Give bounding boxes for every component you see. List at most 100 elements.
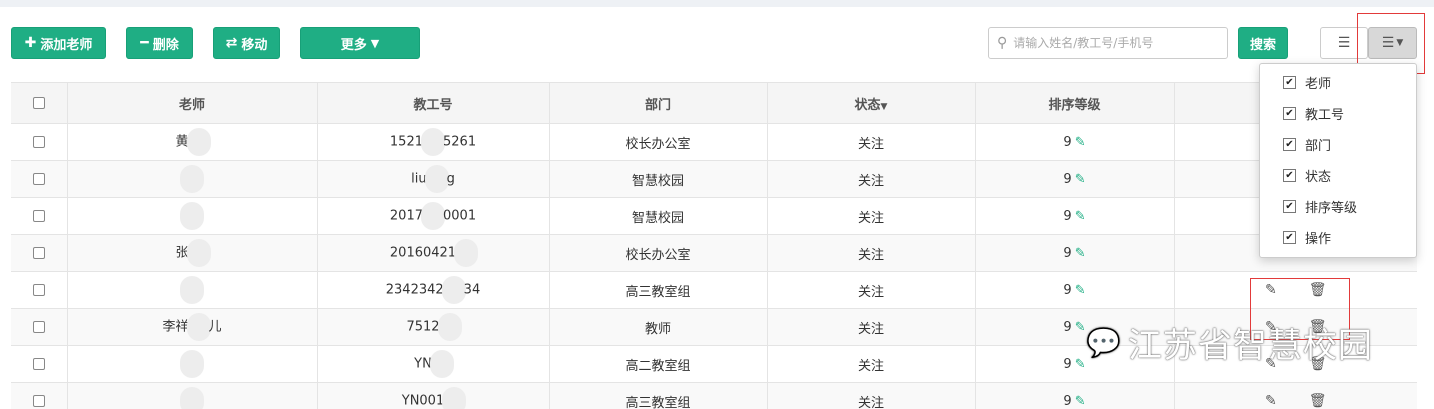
row-select-cell[interactable]: [11, 197, 67, 235]
redaction-blur: [180, 202, 204, 230]
rank-value: 9: [1063, 208, 1072, 224]
column-menu-item-rank[interactable]: ✔ 排序等级: [1260, 191, 1416, 222]
wechat-icon: 💬: [1086, 326, 1122, 359]
pencil-icon[interactable]: ✎: [1075, 357, 1086, 372]
table-row: 张 20160421 校长办公室 关注 9 ✎: [11, 234, 1417, 272]
staff-id-cell: 1521 5261: [316, 123, 549, 161]
column-menu-item-status[interactable]: ✔ 状态: [1260, 160, 1416, 191]
checked-icon[interactable]: ✔: [1283, 200, 1296, 213]
department-cell: 高三教室组: [548, 382, 767, 409]
redaction-blur: [421, 128, 445, 156]
column-menu-item-staff-id[interactable]: ✔ 教工号: [1260, 98, 1416, 129]
move-button[interactable]: ⇄ 移动: [213, 27, 280, 59]
pencil-icon[interactable]: ✎: [1075, 320, 1086, 335]
rank-cell: 9 ✎: [974, 123, 1174, 161]
pencil-icon[interactable]: ✎: [1075, 394, 1086, 409]
add-teacher-button[interactable]: ✚ 添加老师: [11, 27, 106, 59]
teacher-cell: 李祥 儿: [66, 308, 317, 346]
status-cell: 关注: [766, 271, 975, 309]
row-select-cell[interactable]: [11, 160, 67, 198]
redaction-blur: [429, 350, 454, 378]
checked-icon[interactable]: ✔: [1283, 107, 1296, 120]
rank-cell: 9 ✎: [974, 160, 1174, 198]
row-checkbox[interactable]: [32, 358, 45, 370]
rank-value: 9: [1063, 356, 1072, 372]
row-checkbox[interactable]: [32, 136, 45, 148]
staff-id-part: 0001: [443, 208, 477, 224]
staff-id-part: 7512: [406, 319, 440, 335]
department-cell: 高二教室组: [548, 345, 767, 383]
rank-value: 9: [1063, 319, 1072, 335]
pencil-icon[interactable]: ✎: [1075, 135, 1086, 150]
column-menu-item-actions[interactable]: ✔ 操作: [1260, 222, 1416, 253]
header-status-label: 状态: [854, 97, 881, 113]
row-select-cell[interactable]: [11, 271, 67, 309]
row-select-cell[interactable]: [11, 345, 67, 383]
row-select-cell[interactable]: [11, 123, 67, 161]
staff-id-part: g: [446, 171, 455, 187]
staff-id-part: 2017: [389, 208, 423, 224]
row-checkbox[interactable]: [32, 395, 45, 407]
rank-cell: 9 ✎: [974, 197, 1174, 235]
checked-icon[interactable]: ✔: [1283, 76, 1296, 89]
staff-id-cell: 2342342 34: [316, 271, 549, 309]
department-cell: 智慧校园: [548, 197, 767, 235]
search-icon: ⚲: [997, 35, 1008, 51]
table-row: YN001 高三教室组 关注 9 ✎ ✎ 🗑: [11, 382, 1417, 409]
redaction-blur: [454, 239, 479, 267]
checked-icon[interactable]: ✔: [1283, 169, 1296, 182]
department-cell: 教师: [548, 308, 767, 346]
redaction-blur: [424, 165, 449, 193]
header-teacher: 老师: [66, 82, 317, 124]
actions-cell: ✎ 🗑: [1173, 382, 1417, 409]
pencil-icon[interactable]: ✎: [1075, 172, 1086, 187]
table-row: 2342342 34 高三教室组 关注 9 ✎ ✎ 🗑: [11, 271, 1417, 309]
search-button[interactable]: 搜索: [1238, 27, 1288, 59]
more-button[interactable]: 更多 ▼: [300, 27, 420, 59]
column-menu-item-department[interactable]: ✔ 部门: [1260, 129, 1416, 160]
pencil-icon[interactable]: ✎: [1075, 283, 1086, 298]
row-checkbox[interactable]: [32, 247, 45, 259]
redaction-blur: [186, 128, 211, 156]
watermark: 💬 江苏省智慧校园: [1086, 318, 1373, 367]
row-checkbox[interactable]: [32, 173, 45, 185]
delete-button[interactable]: ━ 删除: [126, 27, 193, 59]
department-cell: 校长办公室: [548, 234, 767, 272]
header-status[interactable]: 状态▼: [766, 82, 975, 124]
search-input[interactable]: [1013, 36, 1214, 50]
move-label: 移动: [241, 37, 268, 53]
header-rank: 排序等级: [974, 82, 1174, 124]
column-menu-label: 教工号: [1305, 108, 1345, 123]
row-checkbox[interactable]: [32, 210, 45, 222]
column-menu-item-teacher[interactable]: ✔ 老师: [1260, 67, 1416, 98]
redaction-blur: [437, 313, 462, 341]
department-cell: 校长办公室: [548, 123, 767, 161]
checked-icon[interactable]: ✔: [1283, 138, 1296, 151]
redaction-blur: [186, 313, 211, 341]
row-checkbox[interactable]: [32, 284, 45, 296]
row-select-cell[interactable]: [11, 234, 67, 272]
status-cell: 关注: [766, 197, 975, 235]
pencil-icon[interactable]: ✎: [1075, 246, 1086, 261]
teacher-cell: 张: [66, 234, 317, 272]
status-cell: 关注: [766, 234, 975, 272]
staff-id-cell: YN001: [316, 382, 549, 409]
staff-id-part: 2342342: [385, 282, 444, 298]
staff-id-part: 5261: [443, 134, 477, 150]
edit-icon[interactable]: ✎: [1265, 393, 1277, 409]
header-staff-id: 教工号: [316, 82, 549, 124]
row-checkbox[interactable]: [32, 321, 45, 333]
department-cell: 高三教室组: [548, 271, 767, 309]
pencil-icon[interactable]: ✎: [1075, 209, 1086, 224]
header-select-all[interactable]: [11, 82, 67, 124]
more-label: 更多: [340, 37, 367, 53]
row-select-cell[interactable]: [11, 382, 67, 409]
trash-icon[interactable]: 🗑: [1309, 393, 1327, 409]
checked-icon[interactable]: ✔: [1283, 231, 1296, 244]
toggle-view-icon: ☰: [1337, 35, 1351, 51]
department-cell: 智慧校园: [548, 160, 767, 198]
row-select-cell[interactable]: [11, 308, 67, 346]
staff-id-part: 20160421: [389, 245, 457, 261]
status-cell: 关注: [766, 345, 975, 383]
select-all-checkbox[interactable]: [32, 97, 45, 109]
